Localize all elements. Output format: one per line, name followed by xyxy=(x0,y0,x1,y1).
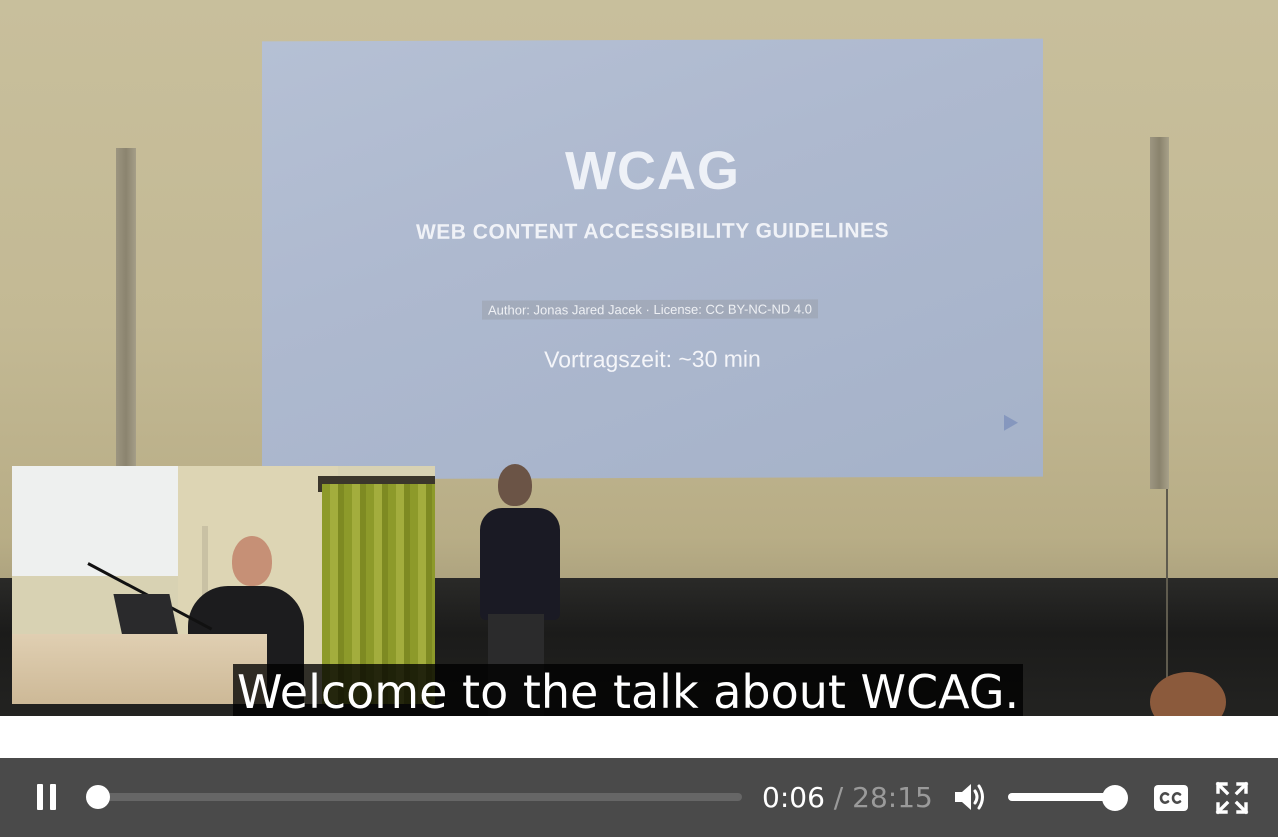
pip-window xyxy=(12,466,178,576)
duration: 28:15 xyxy=(852,781,933,814)
play-pause-button[interactable] xyxy=(28,777,66,817)
fullscreen-icon xyxy=(1215,781,1249,815)
slide-title: WCAG xyxy=(565,140,740,202)
progress-track xyxy=(96,793,742,801)
time-separator: / xyxy=(833,781,844,814)
volume-thumb[interactable] xyxy=(1102,785,1128,811)
progress-slider[interactable] xyxy=(86,785,742,809)
mute-button[interactable] xyxy=(950,778,990,816)
volume-fill xyxy=(1008,793,1116,801)
fullscreen-button[interactable] xyxy=(1214,780,1250,816)
projection-screen: WCAG WEB CONTENT ACCESSIBILITY GUIDELINE… xyxy=(262,38,1043,480)
closed-captions-icon xyxy=(1154,785,1188,811)
volume-high-icon xyxy=(955,784,984,810)
pip-speaker-head xyxy=(232,536,272,586)
left-speaker-column xyxy=(116,148,136,468)
player-control-bar: 0:06 / 28:15 xyxy=(0,758,1278,837)
pip-lectern xyxy=(12,634,267,704)
slide-next-arrow-icon xyxy=(1004,414,1018,431)
speaker-head xyxy=(498,464,532,506)
video-frame[interactable]: WCAG WEB CONTENT ACCESSIBILITY GUIDELINE… xyxy=(0,0,1278,716)
volume-slider[interactable] xyxy=(1008,785,1128,811)
slide-subtitle: WEB CONTENT ACCESSIBILITY GUIDELINES xyxy=(415,219,890,244)
speaker-body xyxy=(480,508,560,620)
right-speaker-column xyxy=(1150,137,1169,489)
captions-button[interactable] xyxy=(1152,782,1190,814)
speaker-cable xyxy=(1166,489,1168,689)
time-display: 0:06 / 28:15 xyxy=(762,782,933,814)
caption-text: Welcome to the talk about WCAG. xyxy=(233,664,1024,716)
slide-talk-time: Vortragszeit: ~30 min xyxy=(544,345,761,373)
slide-author-line: Author: Jonas Jared Jacek · License: CC … xyxy=(482,299,818,320)
current-time: 0:06 xyxy=(762,781,825,814)
progress-thumb[interactable] xyxy=(86,785,110,809)
